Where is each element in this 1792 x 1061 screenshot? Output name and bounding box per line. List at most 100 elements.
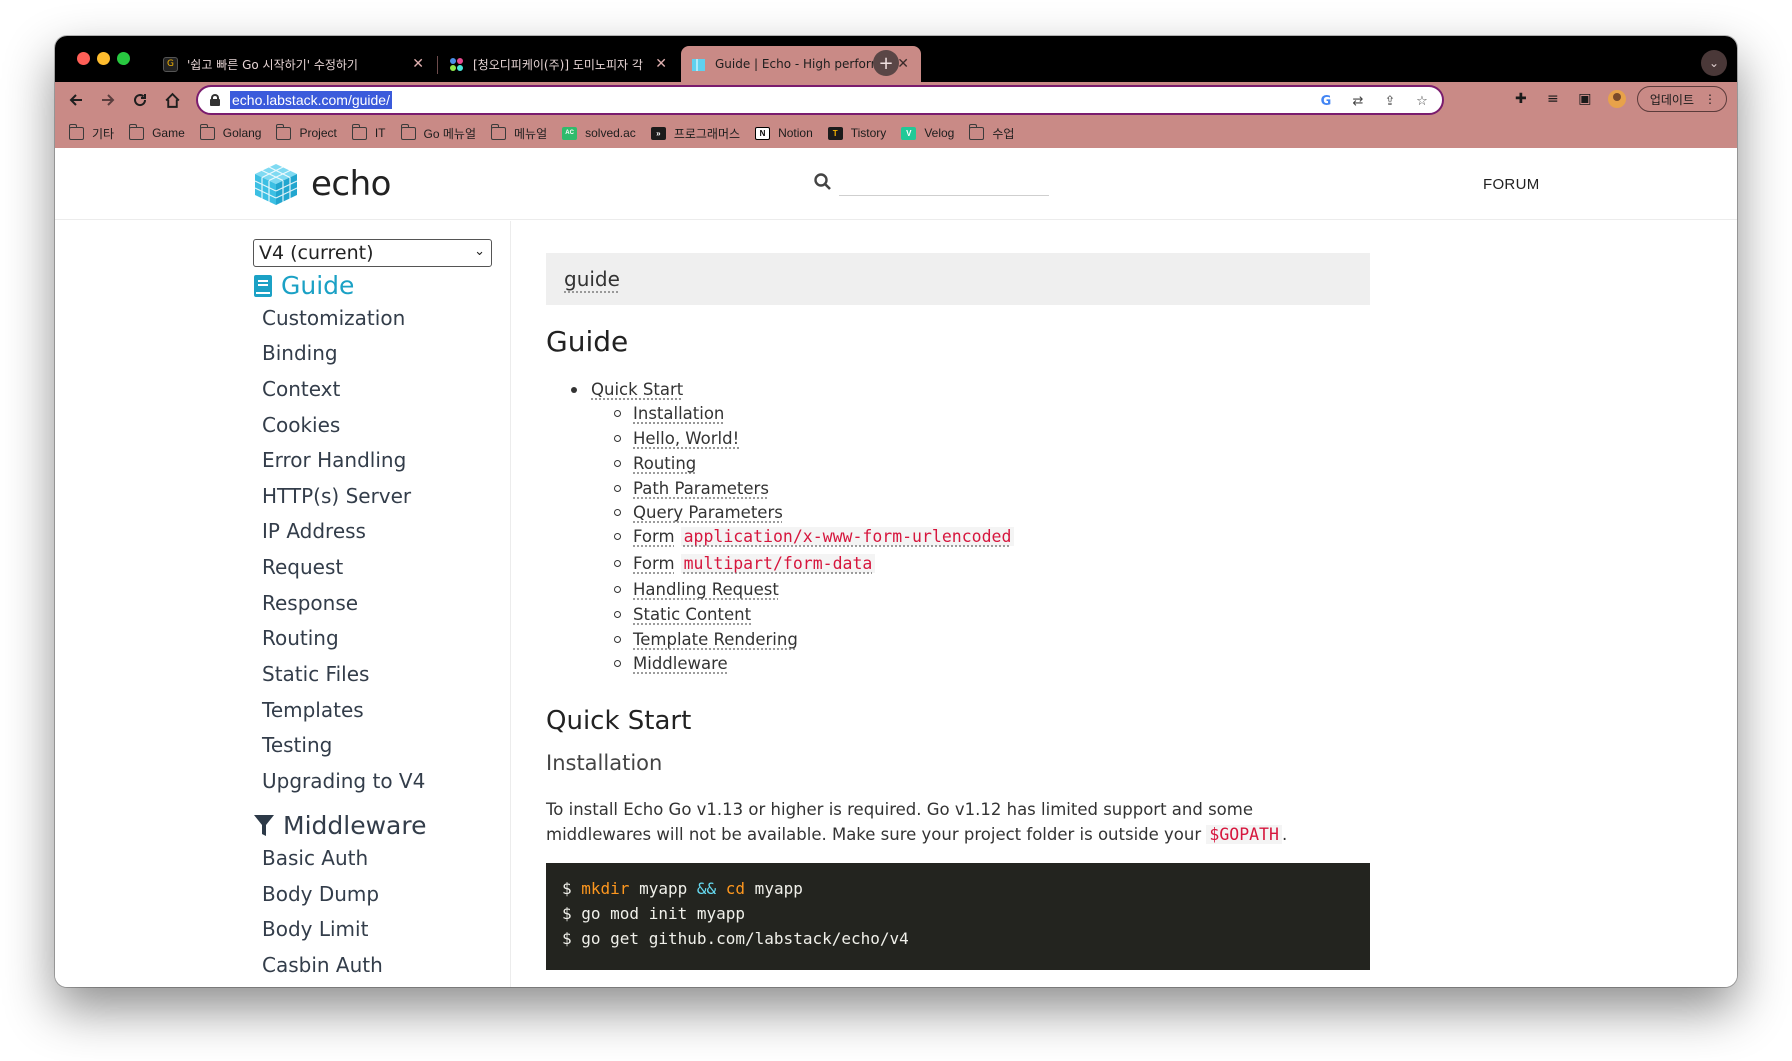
toc-link[interactable]: Routing bbox=[633, 454, 696, 473]
toc-link[interactable]: Query Parameters bbox=[633, 503, 783, 522]
toc-item: Form multipart/form-data bbox=[614, 554, 876, 573]
sidebar-item-static-files[interactable]: Static Files bbox=[262, 662, 369, 686]
sidebar-item-body-dump[interactable]: Body Dump bbox=[262, 882, 379, 906]
home-button[interactable] bbox=[159, 87, 185, 113]
url-text[interactable]: echo.labstack.com/guide/ bbox=[230, 91, 392, 109]
sidebar-section-guide[interactable]: Guide bbox=[253, 271, 354, 300]
extensions-icon[interactable]: ✚ bbox=[1509, 87, 1533, 111]
sidebar-item-body-limit[interactable]: Body Limit bbox=[262, 917, 368, 941]
code-block[interactable]: $ mkdir myapp && cd myapp $ go mod init … bbox=[546, 863, 1370, 970]
maximize-window-button[interactable] bbox=[117, 52, 130, 65]
toc-link[interactable]: Path Parameters bbox=[633, 479, 769, 498]
sidebar-item-https-server[interactable]: HTTP(s) Server bbox=[262, 484, 411, 508]
toc-link[interactable]: Middleware bbox=[633, 654, 728, 673]
chevron-down-icon: ⌄ bbox=[1708, 56, 1720, 70]
close-window-button[interactable] bbox=[77, 52, 90, 65]
sidebar-item-request[interactable]: Request bbox=[262, 555, 343, 579]
code-line: $ go mod init myapp bbox=[562, 904, 746, 923]
bookmark-label: 수업 bbox=[992, 126, 1015, 141]
sidebar-item-casbin-auth[interactable]: Casbin Auth bbox=[262, 953, 383, 977]
home-icon bbox=[164, 92, 180, 108]
bookmark-programmers[interactable]: » 프로그래머스 bbox=[650, 125, 740, 142]
avatar[interactable] bbox=[1605, 87, 1629, 111]
toc-link[interactable]: Static Content bbox=[633, 605, 751, 624]
google-icon[interactable]: G bbox=[1316, 91, 1336, 111]
close-tab-icon[interactable]: ✕ bbox=[412, 56, 424, 72]
arrow-right-icon bbox=[102, 94, 115, 106]
translate-icon[interactable]: ⇄ bbox=[1348, 91, 1368, 111]
side-panel-icon[interactable]: ▣ bbox=[1573, 87, 1597, 111]
bookmark-folder[interactable]: 수업 bbox=[969, 123, 1015, 142]
toc-link[interactable]: Form multipart/form-data bbox=[633, 554, 876, 573]
close-tab-icon[interactable]: ✕ bbox=[897, 56, 909, 72]
address-bar[interactable]: echo.labstack.com/guide/ G ⇄ ⇪ ☆ bbox=[196, 85, 1444, 115]
bookmark-folder[interactable]: 기타 bbox=[69, 123, 114, 142]
bookmark-folder[interactable]: IT bbox=[351, 123, 386, 140]
toc-item: Static Content bbox=[614, 605, 751, 624]
sidebar-item-binding[interactable]: Binding bbox=[262, 341, 338, 365]
bookmark-folder[interactable]: Golang bbox=[199, 123, 261, 140]
sidebar-section-label: Middleware bbox=[283, 811, 427, 840]
bullet-icon bbox=[614, 560, 621, 567]
toc-link[interactable]: Quick Start bbox=[591, 380, 683, 399]
bookmark-tistory[interactable]: T Tistory bbox=[827, 126, 886, 140]
sidebar-item-templates[interactable]: Templates bbox=[262, 698, 364, 722]
back-button[interactable] bbox=[63, 87, 89, 113]
breadcrumb: guide bbox=[546, 253, 1370, 305]
sidebar-section-middleware[interactable]: Middleware bbox=[253, 811, 426, 840]
reading-list-icon[interactable]: ≡ bbox=[1541, 87, 1565, 111]
close-tab-icon[interactable]: ✕ bbox=[655, 56, 667, 72]
bookmark-label: Notion bbox=[778, 126, 813, 140]
echo-cube-logo-icon bbox=[254, 164, 298, 205]
sidebar-item-ip-address[interactable]: IP Address bbox=[262, 519, 366, 543]
toc-link[interactable]: Installation bbox=[633, 404, 724, 423]
update-button[interactable]: 업데이트 ⋮ bbox=[1636, 86, 1727, 112]
sidebar-item-testing[interactable]: Testing bbox=[262, 733, 332, 757]
search-icon[interactable] bbox=[813, 172, 833, 192]
code-token: mkdir bbox=[581, 879, 630, 898]
bookmark-label: IT bbox=[374, 126, 386, 140]
bookmark-star-icon[interactable]: ☆ bbox=[1412, 91, 1432, 111]
reload-button[interactable] bbox=[127, 87, 153, 113]
bookmark-velog[interactable]: V Velog bbox=[901, 126, 954, 140]
page-title: Guide bbox=[546, 325, 629, 358]
toc-item: Hello, World! bbox=[614, 429, 739, 448]
bookmark-solvedac[interactable]: AC solved.ac bbox=[562, 126, 636, 140]
sidebar-item-cookies[interactable]: Cookies bbox=[262, 413, 340, 437]
bullet-icon bbox=[614, 435, 621, 442]
bookmark-notion[interactable]: N Notion bbox=[755, 126, 813, 140]
code-token: cd bbox=[716, 879, 746, 898]
lock-icon[interactable] bbox=[210, 94, 220, 106]
sidebar-item-response[interactable]: Response bbox=[262, 591, 358, 615]
toc-link[interactable]: Form application/x-www-form-urlencoded bbox=[633, 527, 1015, 546]
sidebar-item-context[interactable]: Context bbox=[262, 377, 340, 401]
sidebar-item-error-handling[interactable]: Error Handling bbox=[262, 448, 406, 472]
bookmark-folder[interactable]: Game bbox=[129, 123, 185, 140]
sidebar-item-routing[interactable]: Routing bbox=[262, 626, 339, 650]
bookmark-folder[interactable]: Go 메뉴얼 bbox=[400, 123, 476, 142]
version-select[interactable]: V4 (current) ⌄ bbox=[253, 239, 492, 267]
toc-link[interactable]: Template Rendering bbox=[633, 630, 798, 649]
chevron-down-icon: ⌄ bbox=[474, 244, 485, 259]
toc-item: Middleware bbox=[614, 654, 728, 673]
bookmark-folder[interactable]: 메뉴얼 bbox=[490, 123, 547, 142]
bookmark-folder[interactable]: Project bbox=[276, 123, 337, 140]
toc-link[interactable]: Handling Request bbox=[633, 580, 779, 599]
sidebar-item-basic-auth[interactable]: Basic Auth bbox=[262, 846, 368, 870]
code-line: $ mkdir myapp && cd myapp bbox=[562, 876, 1354, 901]
tab-search-button[interactable]: ⌄ bbox=[1701, 50, 1727, 76]
share-icon[interactable]: ⇪ bbox=[1380, 91, 1400, 111]
breadcrumb-link[interactable]: guide bbox=[564, 267, 620, 291]
tab-1[interactable]: G '쉽고 빠른 Go 시작하기' 수정하기 ✕ bbox=[153, 46, 436, 82]
sidebar-item-customization[interactable]: Customization bbox=[262, 306, 405, 330]
toc-link[interactable]: Hello, World! bbox=[633, 429, 739, 448]
forward-button[interactable] bbox=[95, 87, 121, 113]
tab-2[interactable]: [청오디피케이(주)] 도미노피자 각 부 ✕ bbox=[439, 46, 679, 82]
minimize-window-button[interactable] bbox=[97, 52, 110, 65]
code-token: $ bbox=[562, 879, 582, 898]
sidebar-item-upgrading[interactable]: Upgrading to V4 bbox=[262, 769, 425, 793]
forum-link[interactable]: FORUM bbox=[1483, 176, 1540, 193]
new-tab-button[interactable]: + bbox=[873, 50, 899, 76]
search-input[interactable] bbox=[839, 166, 1049, 196]
site-logo[interactable]: echo bbox=[253, 162, 391, 206]
